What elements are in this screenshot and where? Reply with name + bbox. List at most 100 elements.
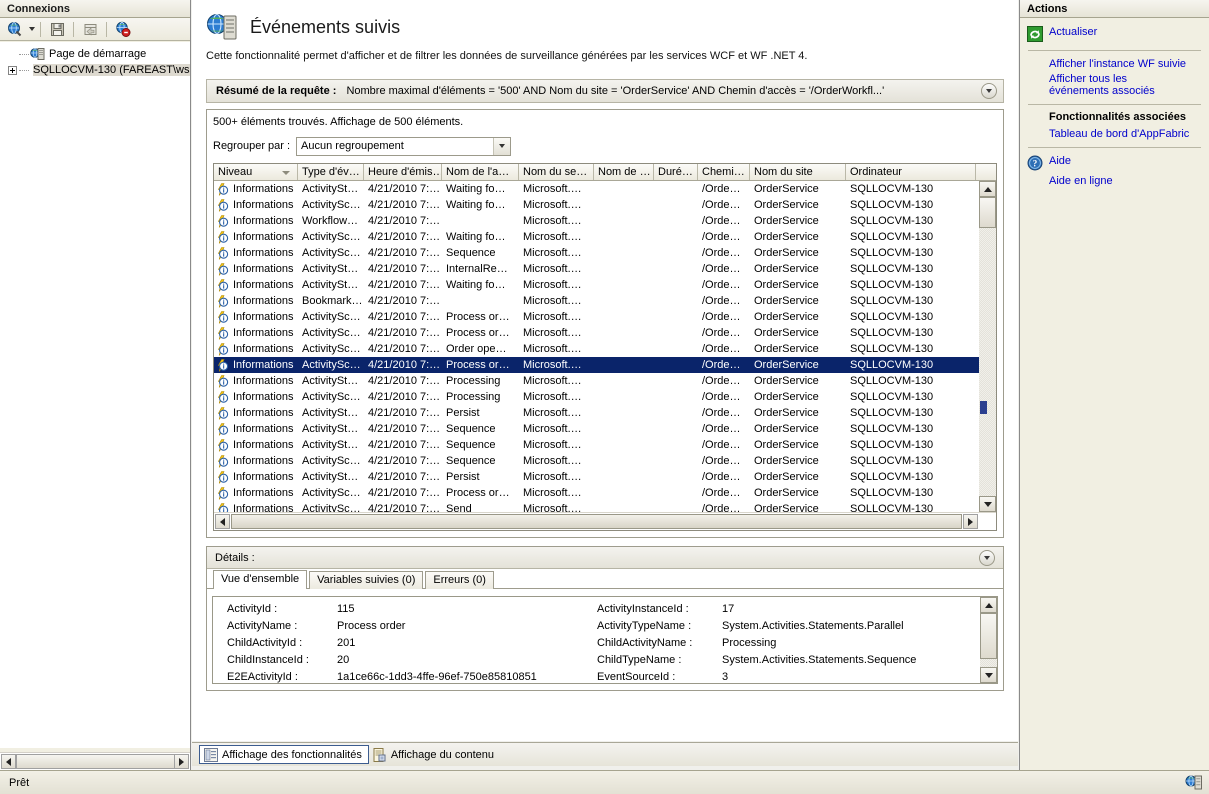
chevron-down-circle-icon[interactable]	[981, 83, 997, 99]
details-fields-grid: ActivityId : 115 ActivityInstanceId : 17 Act…	[213, 601, 980, 683]
cell-level: Informations	[214, 438, 298, 452]
events-grid-header[interactable]: Niveau Type d'év… Heure d'émis… Nom de l'a……	[214, 164, 996, 181]
scroll-left-arrow-icon[interactable]	[1, 754, 16, 769]
chevron-down-circle-icon[interactable]	[979, 549, 995, 566]
column-header-4[interactable]: Nom du se…	[519, 164, 594, 180]
events-grid-vertical-scrollbar[interactable]	[979, 181, 996, 512]
table-row[interactable]: Informations ActivitySc… 4/21/2010 7:… Proc…	[214, 357, 979, 373]
table-row[interactable]: Informations ActivitySc… 4/21/2010 7:… Orde…	[214, 341, 979, 357]
action-refresh[interactable]: Actualiser	[1020, 24, 1209, 44]
connections-tree[interactable]: Page de démarrage SQLLOCVM-130 (FAREAST\…	[0, 42, 190, 748]
details-tab-2[interactable]: Erreurs (0)	[425, 571, 494, 589]
scroll-right-arrow-icon[interactable]	[174, 754, 189, 769]
table-row[interactable]: Informations ActivitySc… 4/21/2010 7:… Sequ…	[214, 453, 979, 469]
table-row[interactable]: Informations ActivitySc… 4/21/2010 7:… Proc…	[214, 309, 979, 325]
cell-site: OrderService	[754, 423, 819, 435]
events-grid-body[interactable]: Informations ActivitySt… 4/21/2010 7:… Wait…	[214, 181, 979, 512]
scroll-track[interactable]	[980, 613, 997, 667]
action-help-online[interactable]: Aide en ligne	[1020, 173, 1209, 188]
scroll-track[interactable]	[231, 514, 962, 529]
scroll-right-arrow-icon[interactable]	[963, 514, 978, 529]
table-row[interactable]: Informations ActivitySt… 4/21/2010 7:… Sequ…	[214, 421, 979, 437]
table-row[interactable]: Informations ActivitySt… 4/21/2010 7:… Wait…	[214, 277, 979, 293]
cell-text: Informations	[233, 375, 294, 387]
action-view-all-related-events[interactable]: Afficher tous les événements associés	[1020, 71, 1170, 98]
column-header-5[interactable]: Nom de …	[594, 164, 654, 180]
column-header-label: Nom du site	[754, 166, 813, 178]
table-row[interactable]: Informations Workflow… 4/21/2010 7:… Micros…	[214, 213, 979, 229]
view-tab-0[interactable]: Affichage des fonctionnalités	[199, 745, 369, 764]
column-header-1[interactable]: Type d'év…	[298, 164, 364, 180]
detail-value-right: System.Activities.Statements.Sequence	[722, 654, 917, 666]
scroll-thumb[interactable]	[16, 754, 176, 769]
cell-chemin: /Orde…	[702, 455, 741, 467]
table-row[interactable]: Informations ActivitySc… 4/21/2010 7:… Proc…	[214, 389, 979, 405]
table-row[interactable]: Informations ActivitySt… 4/21/2010 7:… Inte…	[214, 261, 979, 277]
scroll-thumb[interactable]	[980, 613, 997, 659]
table-row[interactable]: Informations ActivitySc… 4/21/2010 7:… Wait…	[214, 229, 979, 245]
cell-time: 4/21/2010 7:…	[368, 359, 441, 371]
table-row[interactable]: Informations ActivitySt… 4/21/2010 7:… Proc…	[214, 373, 979, 389]
connect-icon[interactable]	[4, 19, 26, 39]
scroll-down-arrow-icon[interactable]	[980, 667, 997, 683]
table-row[interactable]: Informations ActivitySt… 4/21/2010 7:… Wait…	[214, 181, 979, 197]
column-header-0[interactable]: Niveau	[214, 164, 298, 180]
connections-horizontal-scrollbar[interactable]	[0, 752, 190, 770]
table-row[interactable]: Informations Bookmark… 4/21/2010 7:… Micros…	[214, 293, 979, 309]
cell-level: Informations	[214, 502, 298, 512]
scroll-thumb[interactable]	[231, 514, 962, 529]
information-level-icon	[217, 342, 229, 356]
cell-site: OrderService	[754, 439, 819, 451]
action-help[interactable]: ? Aide	[1020, 153, 1209, 173]
table-row[interactable]: Informations ActivitySc… 4/21/2010 7:… Proc…	[214, 485, 979, 501]
details-tabstrip[interactable]: Vue d'ensemble Variables suivies (0) Erreu…	[207, 569, 1003, 589]
export-icon[interactable]	[79, 19, 101, 39]
scroll-up-arrow-icon[interactable]	[979, 181, 996, 197]
group-by-select[interactable]: Aucun regroupement	[296, 136, 512, 156]
details-tab-0[interactable]: Vue d'ensemble	[213, 570, 308, 589]
cell-site: OrderService	[754, 487, 819, 499]
cell-level: Informations	[214, 214, 298, 228]
column-header-6[interactable]: Duré…	[654, 164, 698, 180]
cell-level: Informations	[214, 454, 298, 468]
detail-value-right: Processing	[722, 637, 777, 649]
disconnect-icon[interactable]	[112, 19, 134, 39]
table-row[interactable]: Informations ActivitySc… 4/21/2010 7:… Sequ…	[214, 245, 979, 261]
chevron-down-icon[interactable]	[493, 137, 511, 155]
tree-expand-icon[interactable]	[8, 65, 17, 75]
column-header-8[interactable]: Nom du site	[750, 164, 846, 180]
tree-item-start-page[interactable]: Page de démarrage	[0, 46, 190, 62]
details-vertical-scrollbar[interactable]	[980, 597, 997, 683]
scroll-up-arrow-icon[interactable]	[980, 597, 997, 613]
column-header-3[interactable]: Nom de l'a…	[442, 164, 519, 180]
table-row[interactable]: Informations ActivitySt… 4/21/2010 7:… Pers…	[214, 405, 979, 421]
table-row[interactable]: Informations ActivitySc… 4/21/2010 7:… Wait…	[214, 197, 979, 213]
information-level-icon	[217, 326, 229, 340]
cell-chemin: /Orde…	[702, 423, 741, 435]
table-row[interactable]: Informations ActivitySt… 4/21/2010 7:… Pers…	[214, 469, 979, 485]
table-row[interactable]: Informations ActivitySc… 4/21/2010 7:… Proc…	[214, 325, 979, 341]
view-tab-1[interactable]: Affichage du contenu	[369, 745, 500, 764]
cell-text: Informations	[233, 295, 294, 307]
scroll-track[interactable]	[16, 754, 176, 769]
connect-dropdown-caret-icon[interactable]	[29, 27, 35, 31]
scroll-track[interactable]	[979, 197, 996, 496]
cell-level: Informations	[214, 406, 298, 420]
scroll-thumb[interactable]	[979, 197, 996, 228]
scroll-down-arrow-icon[interactable]	[979, 496, 996, 512]
action-view-tracked-wf-instance[interactable]: Afficher l'instance WF suivie	[1020, 56, 1209, 71]
cell-service: Microsoft.…	[523, 247, 582, 259]
tree-item-server[interactable]: SQLLOCVM-130 (FAREAST\wssb	[0, 62, 190, 78]
column-header-9[interactable]: Ordinateur	[846, 164, 976, 180]
save-icon[interactable]	[46, 19, 68, 39]
action-appfabric-dashboard[interactable]: Tableau de bord d'AppFabric	[1020, 126, 1209, 141]
column-header-7[interactable]: Chemi…	[698, 164, 750, 180]
events-grid-horizontal-scrollbar[interactable]	[214, 512, 996, 530]
column-header-2[interactable]: Heure d'émis…	[364, 164, 442, 180]
events-grid[interactable]: Niveau Type d'év… Heure d'émis… Nom de l'a……	[213, 163, 997, 531]
table-row[interactable]: Informations ActivitySt… 4/21/2010 7:… Sequ…	[214, 437, 979, 453]
table-row[interactable]: Informations ActivitySc… 4/21/2010 7:… Send…	[214, 501, 979, 512]
details-tab-1[interactable]: Variables suivies (0)	[309, 571, 424, 589]
scroll-left-arrow-icon[interactable]	[215, 514, 230, 529]
view-mode-tabs[interactable]: Affichage des fonctionnalités Affichage d…	[192, 742, 1018, 766]
